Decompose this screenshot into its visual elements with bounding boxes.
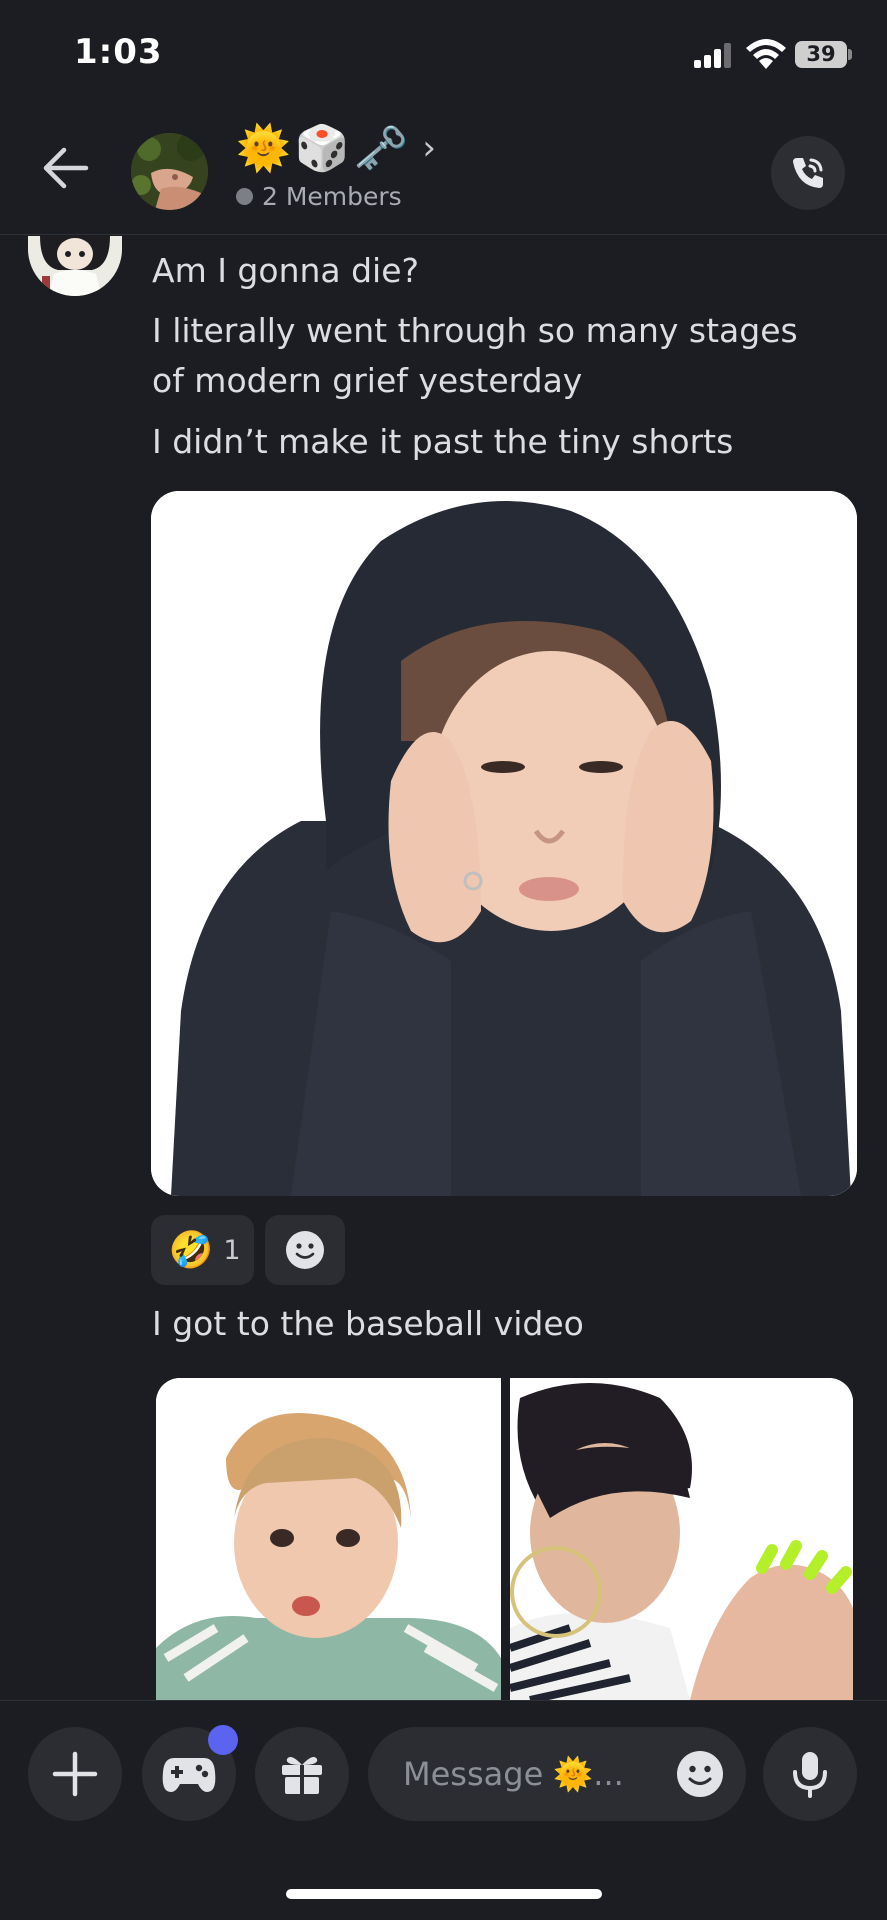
- message-text[interactable]: I got to the baseball video: [152, 1299, 584, 1349]
- call-button[interactable]: [771, 136, 845, 210]
- message-text[interactable]: Am I gonna die?: [152, 246, 419, 296]
- status-time: 1:03: [74, 32, 163, 72]
- status-dot: [236, 188, 253, 205]
- home-indicator[interactable]: [286, 1889, 602, 1899]
- composer-bar: Message 🌞...: [0, 1700, 887, 1920]
- voice-message-button[interactable]: [763, 1727, 857, 1821]
- battery-level: 39: [806, 42, 836, 66]
- gift-icon: [282, 1757, 322, 1794]
- phone-call-icon: [793, 158, 823, 188]
- gift-button[interactable]: [255, 1727, 349, 1821]
- sun-emoji: 🌞: [236, 123, 291, 174]
- reaction-row: 🤣 1: [151, 1215, 345, 1285]
- battery-tip: [848, 49, 852, 60]
- message-input[interactable]: Message 🌞...: [368, 1727, 746, 1821]
- message-placeholder: Message 🌞...: [403, 1755, 624, 1793]
- group-avatar[interactable]: [131, 133, 208, 210]
- group-title[interactable]: 🌞 🎲 🗝️ ›: [236, 120, 436, 176]
- notification-dot: [208, 1725, 238, 1755]
- add-attachment-button[interactable]: [28, 1727, 122, 1821]
- image-attachment[interactable]: [510, 1378, 853, 1700]
- battery-icon: 39: [795, 41, 847, 68]
- dice-emoji: 🎲: [294, 123, 350, 174]
- arrow-left-icon[interactable]: [40, 146, 90, 190]
- activities-button[interactable]: [142, 1725, 238, 1821]
- image-attachment[interactable]: [151, 491, 857, 1196]
- image-attachment[interactable]: [156, 1378, 501, 1700]
- plus-icon: [52, 1751, 98, 1797]
- author-avatar[interactable]: [28, 236, 122, 296]
- member-count[interactable]: 2 Members: [236, 182, 402, 211]
- status-bar: 1:03 39: [0, 0, 887, 100]
- chevron-right-icon: ›: [422, 128, 436, 168]
- cellular-signal-icon: [694, 40, 734, 68]
- reaction-emoji: 🤣: [168, 1230, 214, 1271]
- chat-header: 🌞 🎲 🗝️ › 2 Members: [0, 100, 887, 235]
- message-text[interactable]: I literally went through so many stages …: [152, 306, 832, 406]
- emoji-picker-icon[interactable]: [676, 1750, 724, 1798]
- member-count-label: 2 Members: [262, 182, 402, 211]
- reaction-rofl[interactable]: 🤣 1: [151, 1215, 254, 1285]
- message-text[interactable]: I didn’t make it past the tiny shorts: [152, 417, 733, 467]
- reaction-count: 1: [223, 1234, 241, 1266]
- microphone-icon: [793, 1752, 827, 1798]
- gamepad-icon: [162, 1758, 216, 1792]
- smiley-icon: [286, 1231, 324, 1269]
- key-emoji: 🗝️: [353, 123, 409, 174]
- add-reaction-button[interactable]: [265, 1215, 345, 1285]
- wifi-icon: [746, 39, 786, 69]
